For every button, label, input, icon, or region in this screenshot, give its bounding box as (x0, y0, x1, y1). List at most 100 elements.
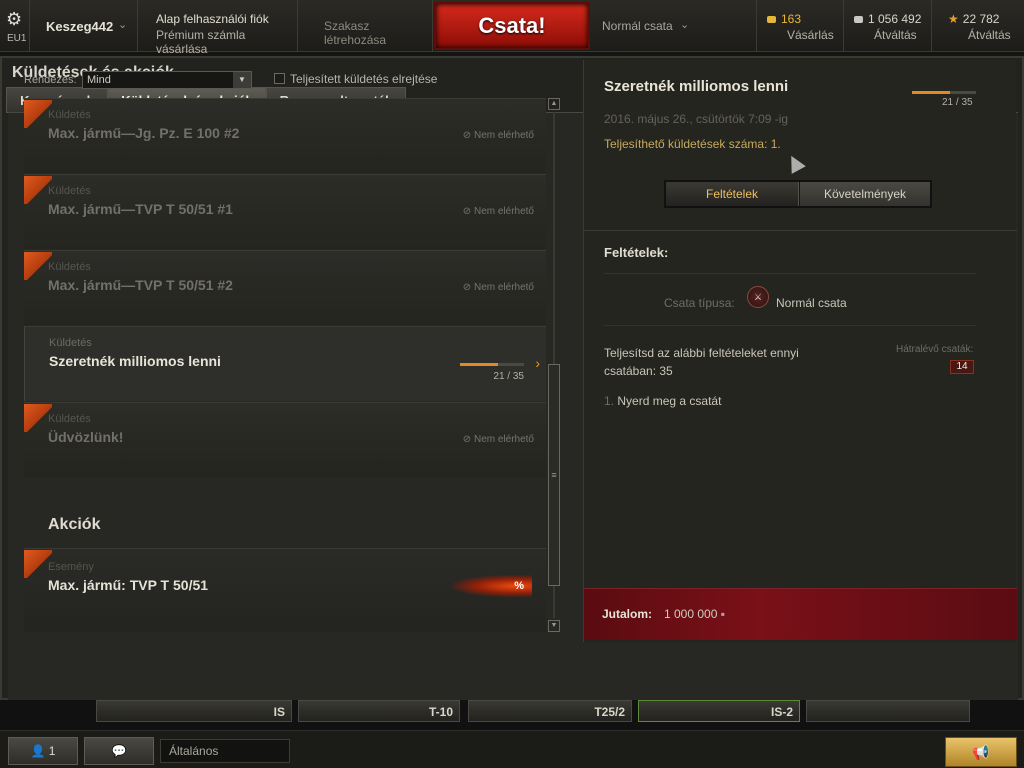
quest-progress-bar (460, 363, 524, 366)
notifications-button[interactable]: 📢 (945, 737, 1017, 767)
xp-cell[interactable]: ★ 22 782 Átváltás (932, 0, 1024, 52)
gold-buy-link[interactable]: Vásárlás (787, 28, 834, 42)
remaining-badge: 14 (950, 360, 974, 374)
hide-completed-checkbox[interactable] (274, 73, 285, 84)
reward-bar: Jutalom: 1 000 000 ▪ (584, 588, 1017, 640)
quest-list-panel: Rendezés: Mind ▼ Teljesített küldetés el… (14, 60, 570, 634)
quest-name: Üdvözlünk! (48, 429, 124, 445)
lock-icon: ⊘ (462, 282, 472, 293)
condition-item: 1. Nyerd meg a csatát (604, 394, 721, 408)
credits-icon: ▪ (720, 607, 725, 621)
account-info: Alap felhasználói fiók Prémium számla vá… (138, 0, 298, 56)
lock-icon: ⊘ (462, 206, 472, 217)
hide-completed-label[interactable]: Teljesített küldetés elrejtése (290, 72, 437, 86)
gear-icon[interactable]: ⚙ (6, 9, 22, 30)
battle-type-value: Normál csata (776, 296, 847, 310)
tab-requirements[interactable]: Követelmények (800, 182, 930, 206)
top-bar: ⚙ EU1 Keszeg442 ⌄ Alap felhasználói fiók… (0, 0, 1024, 56)
discount-badge: % (452, 575, 532, 597)
quest-type: Küldetés (48, 185, 91, 197)
quest-progress-text: 21 / 35 (493, 371, 524, 382)
account-type: Alap felhasználói fiók (156, 12, 269, 26)
platoon-button[interactable]: Szakasz létrehozása (324, 19, 432, 47)
battle-button[interactable]: Csata! (434, 2, 590, 50)
quest-progress-fill (912, 91, 951, 94)
gold-icon (767, 16, 776, 23)
tank-slot[interactable]: T25/2 (468, 700, 632, 722)
quest-name: Szeretnék milliomos lenni (49, 353, 221, 369)
conditions-heading: Feltételek: (604, 245, 669, 260)
account-menu[interactable]: Keszeg442 ⌄ (30, 0, 138, 52)
chat-channel[interactable]: Általános (160, 739, 290, 763)
reward-value: 1 000 000 ▪ (664, 607, 725, 621)
event-type: Esemény (48, 561, 94, 573)
quest-type: Küldetés (48, 413, 91, 425)
quest-progress-bar (912, 91, 976, 94)
scroll-down-icon[interactable]: ▼ (548, 620, 560, 632)
sort-value: Mind (87, 74, 111, 86)
detail-tabs: Feltételek Követelmények (664, 180, 932, 208)
list-item[interactable]: Küldetés Max. jármű—Jg. Pz. E 100 #2 ⊘ N… (24, 98, 546, 173)
scrollbar[interactable]: ▲ ≡ ▼ (548, 98, 562, 632)
user-icon: 👤 (30, 744, 46, 758)
hangar-carousel: IS T-10 T25/2 IS-2 (0, 700, 1024, 730)
list-item[interactable]: Esemény Max. jármű: TVP T 50/51 % (24, 548, 546, 632)
premium-link[interactable]: Prémium számla vásárlása (156, 28, 297, 56)
quest-title: Szeretnék milliomos lenni (604, 78, 789, 95)
tab-conditions[interactable]: Feltételek (666, 182, 799, 206)
scroll-thumb[interactable]: ≡ (548, 364, 560, 586)
condition-number: 1. (604, 394, 615, 408)
status-label: ⊘ Nem elérhető (462, 206, 534, 217)
quest-list: Küldetés Max. jármű—Jg. Pz. E 100 #2 ⊘ N… (24, 98, 546, 632)
credits-exchange-link[interactable]: Átváltás (874, 28, 917, 42)
event-name: Max. jármű: TVP T 50/51 (48, 577, 209, 593)
quest-type: Küldetés (48, 261, 91, 273)
quest-progress-fill (460, 363, 499, 366)
chevron-down-icon[interactable]: ⌄ (118, 18, 127, 31)
star-icon: ★ (948, 12, 959, 26)
divider (604, 325, 976, 326)
xp-value: ★ 22 782 (948, 12, 1000, 26)
gold-value: 163 (767, 12, 801, 26)
battle-mode-select[interactable]: Normál csata (602, 19, 673, 33)
tank-slot-selected[interactable]: IS-2 (638, 700, 800, 722)
sort-label: Rendezés: (24, 74, 77, 86)
settings-cell[interactable]: ⚙ EU1 (0, 0, 30, 52)
chevron-down-icon[interactable]: ⌄ (680, 18, 689, 31)
quest-progress-text: 21 / 35 (942, 97, 973, 108)
chat-button[interactable]: 💬 (84, 737, 154, 765)
status-label: ⊘ Nem elérhető (462, 130, 534, 141)
server-label: EU1 (7, 33, 27, 44)
xp-exchange-link[interactable]: Átváltás (968, 28, 1011, 42)
condition-text: Nyerd meg a csatát (617, 394, 722, 408)
credits-cell[interactable]: 1 056 492 Átváltás (844, 0, 932, 52)
quest-type: Küldetés (48, 109, 91, 121)
list-item[interactable]: Küldetés Max. jármű—TVP T 50/51 #2 ⊘ Nem… (24, 250, 546, 325)
quest-date: 2016. május 26., csütörtök 7:09 -ig (604, 112, 789, 126)
divider (604, 273, 976, 274)
gold-cell[interactable]: 163 Vásárlás (756, 0, 844, 52)
platoon-cell[interactable]: Szakasz létrehozása (298, 0, 433, 52)
quest-name: Max. jármű—Jg. Pz. E 100 #2 (48, 125, 240, 141)
completion-text: Teljesítsd az alábbi feltételeket ennyi … (604, 346, 799, 378)
tank-slot[interactable]: T-10 (298, 700, 460, 722)
chevron-right-icon: › (535, 355, 540, 371)
quest-available-count: Teljesíthető küldetések száma: 1. (604, 137, 781, 151)
list-item-selected[interactable]: Küldetés Szeretnék milliomos lenni 21 / … (24, 326, 546, 401)
status-label: ⊘ Nem elérhető (462, 434, 534, 445)
username[interactable]: Keszeg442 (46, 19, 113, 34)
battle-type-label: Csata típusa: (664, 296, 735, 310)
list-item[interactable]: Küldetés Max. jármű—TVP T 50/51 #1 ⊘ Nem… (24, 174, 546, 249)
quest-type: Küldetés (49, 337, 92, 349)
scroll-up-icon[interactable]: ▲ (548, 98, 560, 110)
quest-detail-panel: Szeretnék milliomos lenni 21 / 35 2016. … (583, 60, 1017, 642)
tank-slot[interactable]: IS (96, 700, 292, 722)
status-label: ⊘ Nem elérhető (462, 282, 534, 293)
tank-slot-empty[interactable] (806, 700, 970, 722)
credits-value: 1 056 492 (854, 12, 921, 26)
friends-button[interactable]: 👤 1 (8, 737, 78, 765)
list-item[interactable]: Küldetés Üdvözlünk! ⊘ Nem elérhető (24, 402, 546, 477)
chevron-down-icon[interactable]: ▼ (233, 72, 251, 88)
sort-dropdown[interactable]: Mind ▼ (82, 71, 252, 89)
chat-icon: 💬 (111, 744, 127, 758)
